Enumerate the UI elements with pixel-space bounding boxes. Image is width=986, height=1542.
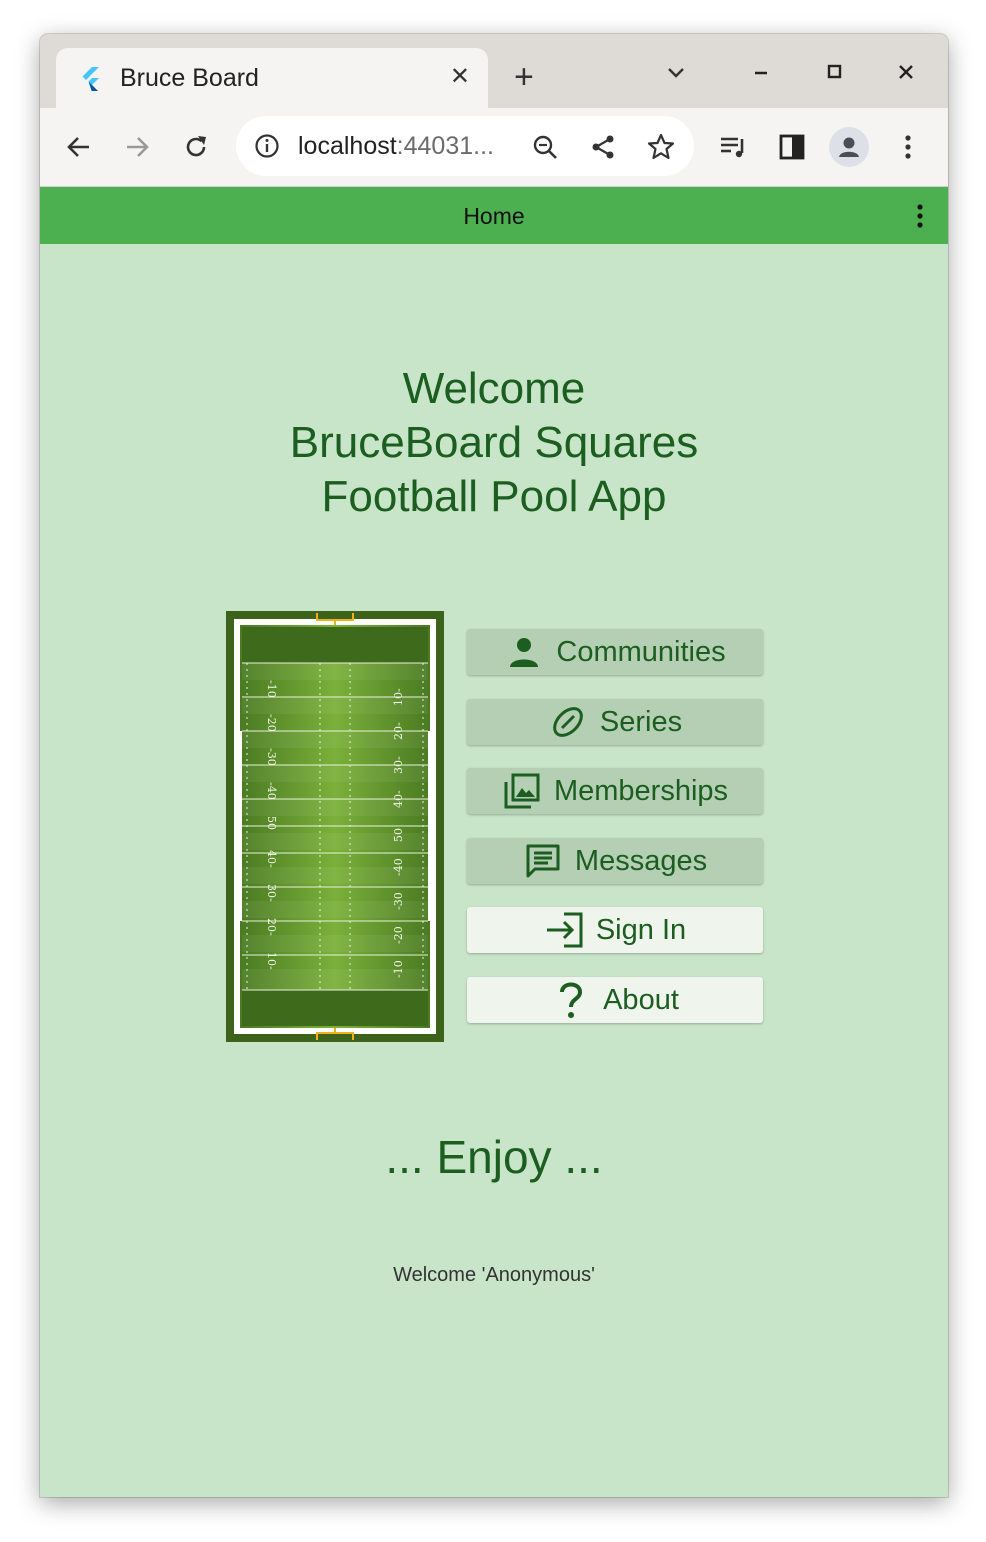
button-label: Communities [556,635,726,668]
yard-number: -30 [392,892,405,910]
yard-number: -20 [392,926,405,944]
person-icon [504,632,544,672]
football-field-image: -10 -20 -30 -40 50 40- 30- 20- 10- 10- 2… [226,611,444,1042]
flutter-icon [82,67,99,91]
browser-tab[interactable]: Bruce Board ✕ [56,48,488,108]
yard-number: 20- [265,918,278,936]
profile-icon[interactable] [829,127,869,167]
yard-number: -40 [265,782,278,800]
yard-number: 30- [265,884,278,902]
window-close-icon[interactable] [888,54,924,90]
welcome-heading: Welcome BruceBoard Squares Football Pool… [40,362,948,524]
yard-number: 20- [392,722,405,740]
maximize-icon[interactable] [816,54,852,90]
reload-icon[interactable] [180,131,212,163]
button-label: Sign In [595,913,687,946]
chevron-down-icon[interactable] [664,60,688,84]
button-label: Messages [574,844,708,877]
yard-number: 40- [265,850,278,868]
yard-number: -30 [265,748,278,766]
yard-number: 50 [392,828,405,842]
football-icon [548,702,588,742]
yard-number: 50 [265,816,278,830]
yard-number: -10 [265,680,278,698]
button-label: Memberships [553,774,729,807]
welcome-line: Football Pool App [321,472,667,521]
welcome-line: BruceBoard Squares [289,418,699,467]
page-title: Home [463,203,525,229]
url-text: localhost:44031... [298,132,494,160]
zoom-icon[interactable] [529,131,561,163]
button-label: Series [599,705,683,738]
app-bar: Home [40,187,948,244]
tab-title: Bruce Board [120,64,259,92]
tab-strip: Bruce Board ✕ + [40,34,948,108]
yard-number: 10- [392,688,405,706]
close-icon[interactable]: ✕ [450,62,470,91]
yard-number: -10 [392,960,405,978]
question-mark-icon [551,980,591,1020]
share-icon[interactable] [587,131,619,163]
browser-window: Bruce Board ✕ + localhost:44031... Home … [40,34,948,1497]
minimize-icon[interactable] [743,54,779,90]
login-icon [544,910,584,950]
info-icon[interactable] [254,133,280,159]
yard-number: -40 [392,858,405,876]
more-vert-icon[interactable] [910,201,930,231]
side-panel-icon[interactable] [776,131,808,163]
communities-button[interactable]: Communities [467,629,763,675]
star-icon[interactable] [645,131,677,163]
sign-in-button[interactable]: Sign In [467,907,763,953]
back-arrow-icon[interactable] [63,131,95,163]
photo-library-icon [502,771,542,811]
yard-number: 10- [265,952,278,970]
series-button[interactable]: Series [467,699,763,745]
messages-button[interactable]: Messages [467,838,763,884]
button-label: About [603,983,679,1016]
media-icon[interactable] [717,131,749,163]
about-button[interactable]: About [467,977,763,1023]
memberships-button[interactable]: Memberships [467,768,763,814]
new-tab-icon[interactable]: + [514,60,534,94]
welcome-line: Welcome [402,364,586,413]
yard-number: 40- [392,790,405,808]
message-icon [523,841,563,881]
enjoy-text: ... Enjoy ... [385,1131,603,1183]
yard-number: 30- [392,756,405,774]
user-greeting: Welcome 'Anonymous' [393,1264,595,1286]
more-vert-icon[interactable] [892,131,924,163]
forward-arrow-icon[interactable] [121,131,153,163]
address-bar[interactable]: localhost:44031... [236,116,694,176]
yard-number: -20 [265,714,278,732]
browser-toolbar: localhost:44031... [40,108,948,187]
